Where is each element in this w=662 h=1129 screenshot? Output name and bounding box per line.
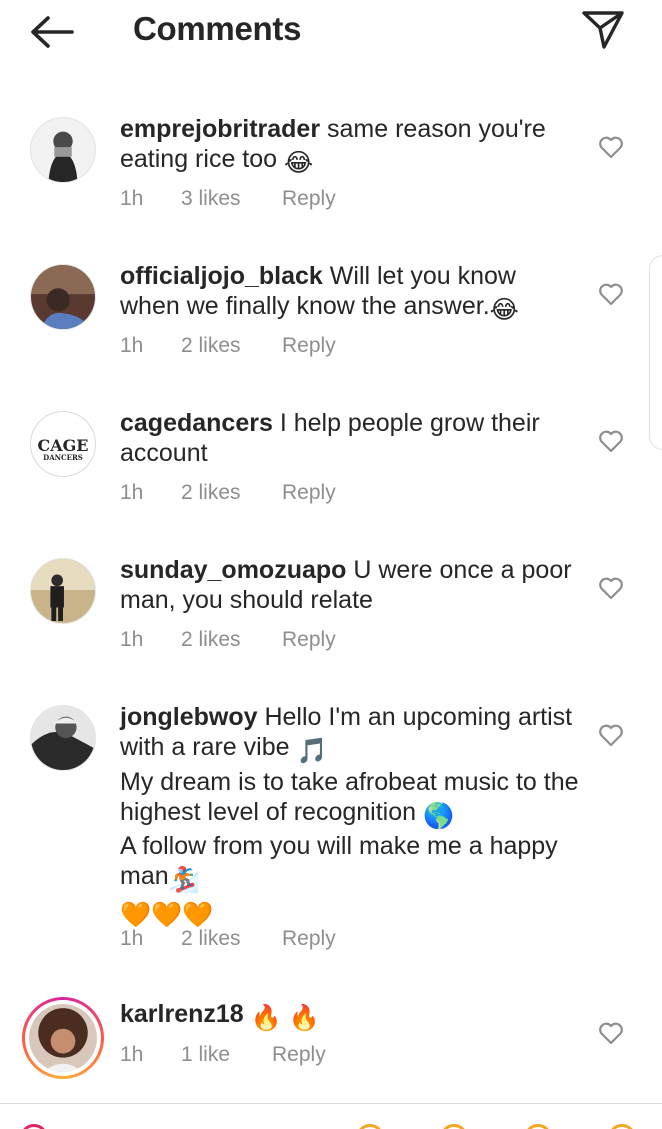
likes-count[interactable]: 2 likes <box>181 334 282 358</box>
paper-plane-icon <box>582 11 624 49</box>
comment-username[interactable]: officialjojo_black <box>120 262 323 290</box>
reply-button[interactable]: Reply <box>282 927 336 951</box>
side-panel-handle[interactable] <box>649 255 662 450</box>
comment-username[interactable]: sunday_omozuapo <box>120 556 346 584</box>
globe-icon: 🌎 <box>422 801 455 830</box>
comment-timestamp: 1h <box>120 927 144 950</box>
likes-count[interactable]: 2 likes <box>181 481 282 505</box>
snowboarder-icon: 🏂 <box>168 866 200 895</box>
reply-button[interactable]: Reply <box>282 334 336 358</box>
header-bar: Comments <box>0 0 662 62</box>
laughing-emoji-icon: 😂 <box>284 149 314 178</box>
avatar[interactable]: CAGE DANCERS <box>30 411 96 477</box>
fire-emoji-icon: 🔥 🔥 <box>250 1004 320 1032</box>
heart-icon[interactable] <box>598 576 624 600</box>
comment-timestamp: 1h <box>120 1043 144 1066</box>
comment-text-line-2: My dream is to take afrobeat music to th… <box>120 767 579 826</box>
heart-icon[interactable] <box>598 1021 624 1045</box>
reply-button[interactable]: Reply <box>272 1043 326 1067</box>
comment-username[interactable]: emprejobritrader <box>120 115 320 143</box>
comment-username[interactable]: cagedancers <box>120 409 273 437</box>
comment-timestamp: 1h <box>120 628 144 651</box>
avatar[interactable] <box>30 705 96 771</box>
avatar[interactable] <box>30 558 96 624</box>
laughing-emoji-icon: 😂 <box>489 296 519 325</box>
musical-note-icon: 🎵 <box>296 737 328 766</box>
arrow-left-icon <box>31 16 74 48</box>
reply-button[interactable]: Reply <box>282 187 336 211</box>
reply-button[interactable]: Reply <box>282 628 336 652</box>
quick-reaction-bar <box>0 1103 662 1129</box>
reaction-emoji-icon[interactable] <box>524 1124 552 1129</box>
heart-icon[interactable] <box>598 429 624 453</box>
heart-icon[interactable] <box>598 723 624 747</box>
avatar[interactable] <box>30 117 96 183</box>
avatar-story-ring[interactable] <box>22 997 104 1079</box>
comment-username[interactable]: jonglebwoy <box>120 703 258 731</box>
reaction-emoji-icon[interactable] <box>608 1124 636 1129</box>
reaction-emoji-icon[interactable] <box>440 1124 468 1129</box>
back-button[interactable] <box>28 12 76 52</box>
share-button[interactable] <box>580 6 626 52</box>
likes-count[interactable]: 3 likes <box>181 187 282 211</box>
likes-count[interactable]: 2 likes <box>181 927 282 951</box>
comment-timestamp: 1h <box>120 334 144 357</box>
page-title: Comments <box>133 10 302 47</box>
comment-timestamp: 1h <box>120 481 144 504</box>
avatar-logo-subtext: DANCERS <box>43 453 83 462</box>
reaction-emoji-icon[interactable] <box>356 1124 384 1129</box>
heart-icon[interactable] <box>598 282 624 306</box>
comment-timestamp: 1h <box>120 187 144 210</box>
orange-heart-icon: 🧡🧡🧡 <box>120 900 214 929</box>
likes-count[interactable]: 1 like <box>181 1043 272 1067</box>
avatar <box>29 1004 97 1072</box>
avatar[interactable] <box>30 264 96 330</box>
reaction-emoji-icon[interactable] <box>20 1124 48 1129</box>
comment-username[interactable]: karlrenz18 <box>120 1000 244 1028</box>
heart-icon[interactable] <box>598 135 624 159</box>
reply-button[interactable]: Reply <box>282 481 336 505</box>
likes-count[interactable]: 2 likes <box>181 628 282 652</box>
